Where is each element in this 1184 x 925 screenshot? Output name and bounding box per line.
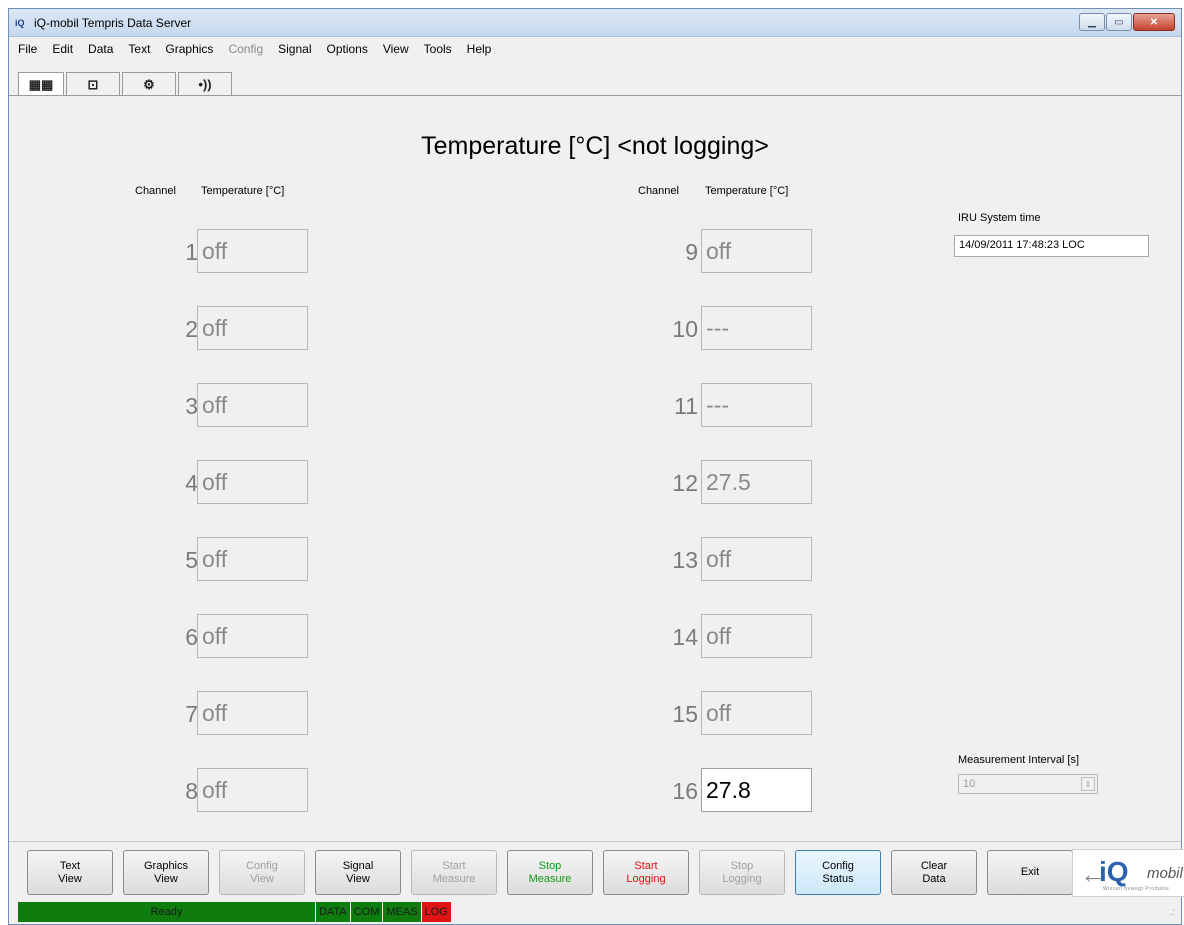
graphics-view-tab[interactable]: ⊡ xyxy=(66,72,120,96)
channel-value-field: off xyxy=(197,691,308,735)
channel-value-field: off xyxy=(197,768,308,812)
text-view-button[interactable]: Text View xyxy=(27,850,113,895)
channel-value-field: 27.8 xyxy=(701,768,812,812)
resize-grip-icon[interactable]: .: xyxy=(1169,907,1175,918)
text-view-tab[interactable]: ▦▦ xyxy=(18,72,64,96)
logo-mobil-text: mobil xyxy=(1147,865,1183,882)
temperature-header-left: Temperature [°C] xyxy=(201,185,285,197)
signal-view-button[interactable]: Signal View xyxy=(315,850,401,895)
menu-config[interactable]: Config xyxy=(228,42,263,56)
title-bar[interactable]: iQ iQ-mobil Tempris Data Server ▁ ▭ ✕ xyxy=(9,9,1181,37)
iq-mobil-logo: ← iQ mobil Wissen bewegt Produkte xyxy=(1072,849,1184,897)
channel-value-field: off xyxy=(197,614,308,658)
app-window: iQ iQ-mobil Tempris Data Server ▁ ▭ ✕ Fi… xyxy=(8,8,1184,925)
page-title: Temperature [°C] <not logging> xyxy=(421,132,769,160)
signal-view-tab[interactable]: •)) xyxy=(178,72,232,96)
menu-data[interactable]: Data xyxy=(88,42,113,56)
channel-number: 7 xyxy=(185,701,198,727)
close-button[interactable]: ✕ xyxy=(1133,13,1175,31)
spinner-icon[interactable]: ⇕ xyxy=(1081,777,1095,791)
iru-time-field[interactable]: 14/09/2011 17:48:23 LOC xyxy=(954,235,1149,257)
channel-value-field: off xyxy=(701,537,812,581)
channel-value-field: off xyxy=(197,383,308,427)
button-divider xyxy=(9,841,1181,842)
channel-number: 3 xyxy=(185,393,198,419)
interval-label: Measurement Interval [s] xyxy=(958,754,1080,766)
channel-number: 2 xyxy=(185,316,198,342)
status-ready: Ready xyxy=(18,902,316,922)
channel-number: 4 xyxy=(185,470,198,496)
channel-value-field: off xyxy=(701,229,812,273)
window-title: iQ-mobil Tempris Data Server xyxy=(34,16,192,30)
channel-number: 16 xyxy=(672,778,698,804)
menu-tools[interactable]: Tools xyxy=(424,42,452,56)
tab-divider xyxy=(9,95,1181,96)
config-view-button[interactable]: Config View xyxy=(219,850,305,895)
status-meas-indicator: MEAS xyxy=(383,902,422,922)
stop-measure-button[interactable]: Stop Measure xyxy=(507,850,593,895)
status-com-indicator: COM xyxy=(350,902,384,922)
menu-signal[interactable]: Signal xyxy=(278,42,311,56)
interval-field[interactable]: 10 ⇕ xyxy=(958,774,1098,794)
signal-icon: •)) xyxy=(198,77,212,92)
channel-value-field: --- xyxy=(701,306,812,350)
menu-options[interactable]: Options xyxy=(326,42,367,56)
window-controls: ▁ ▭ ✕ xyxy=(1078,13,1175,31)
channel-header-right: Channel xyxy=(638,185,679,197)
interval-value: 10 xyxy=(963,778,976,790)
channel-number: 6 xyxy=(185,624,198,650)
config-status-button[interactable]: Config Status xyxy=(795,850,881,895)
start-logging-button[interactable]: Start Logging xyxy=(603,850,689,895)
iru-time-label: IRU System time xyxy=(958,212,1041,224)
logo-iq-text: iQ xyxy=(1099,856,1129,887)
maximize-button[interactable]: ▭ xyxy=(1106,13,1132,31)
channel-number: 11 xyxy=(674,393,698,419)
app-logo-icon: iQ xyxy=(15,18,25,28)
clear-data-button[interactable]: Clear Data xyxy=(891,850,977,895)
channel-value-field: off xyxy=(701,614,812,658)
minimize-button[interactable]: ▁ xyxy=(1079,13,1105,31)
channel-value-field: off xyxy=(197,229,308,273)
channel-number: 15 xyxy=(672,701,698,727)
text-table-icon: ▦▦ xyxy=(28,76,54,92)
channel-value-field: off xyxy=(197,537,308,581)
graphics-view-button[interactable]: Graphics View xyxy=(123,850,209,895)
chart-icon: ⊡ xyxy=(87,76,99,92)
menu-help[interactable]: Help xyxy=(467,42,492,56)
channel-value-field: --- xyxy=(701,383,812,427)
channel-number: 12 xyxy=(672,470,698,496)
status-log-indicator: LOG xyxy=(421,902,452,922)
channel-number: 9 xyxy=(685,239,698,265)
logo-tagline: Wissen bewegt Produkte xyxy=(1103,886,1170,892)
status-bar: Ready DATA COM MEAS LOG xyxy=(18,902,452,922)
channel-number: 10 xyxy=(672,316,698,342)
channel-value-field: off xyxy=(197,306,308,350)
config-gears-icon: ⚙ xyxy=(143,76,155,92)
exit-button[interactable]: Exit xyxy=(987,850,1073,895)
menu-text[interactable]: Text xyxy=(128,42,150,56)
channel-number: 8 xyxy=(185,778,198,804)
channel-header-left: Channel xyxy=(135,185,176,197)
channel-value-field: off xyxy=(701,691,812,735)
view-tab-strip: ▦▦ ⊡ ⚙ •)) xyxy=(18,72,234,96)
channel-number: 13 xyxy=(672,547,698,573)
menu-graphics[interactable]: Graphics xyxy=(165,42,213,56)
menu-edit[interactable]: Edit xyxy=(52,42,73,56)
menu-file[interactable]: File xyxy=(18,42,37,56)
channel-number: 5 xyxy=(185,547,198,573)
temperature-header-right: Temperature [°C] xyxy=(705,185,789,197)
status-data-indicator: DATA xyxy=(316,902,351,922)
config-view-tab[interactable]: ⚙ xyxy=(122,72,176,96)
stop-logging-button[interactable]: Stop Logging xyxy=(699,850,785,895)
channel-value-field: 27.5 xyxy=(701,460,812,504)
start-measure-button[interactable]: Start Measure xyxy=(411,850,497,895)
channel-value-field: off xyxy=(197,460,308,504)
menu-bar: File Edit Data Text Graphics Config Signal Opti… xyxy=(9,38,1181,60)
channel-number: 14 xyxy=(672,624,698,650)
channel-number: 1 xyxy=(185,239,198,265)
menu-view[interactable]: View xyxy=(383,42,409,56)
